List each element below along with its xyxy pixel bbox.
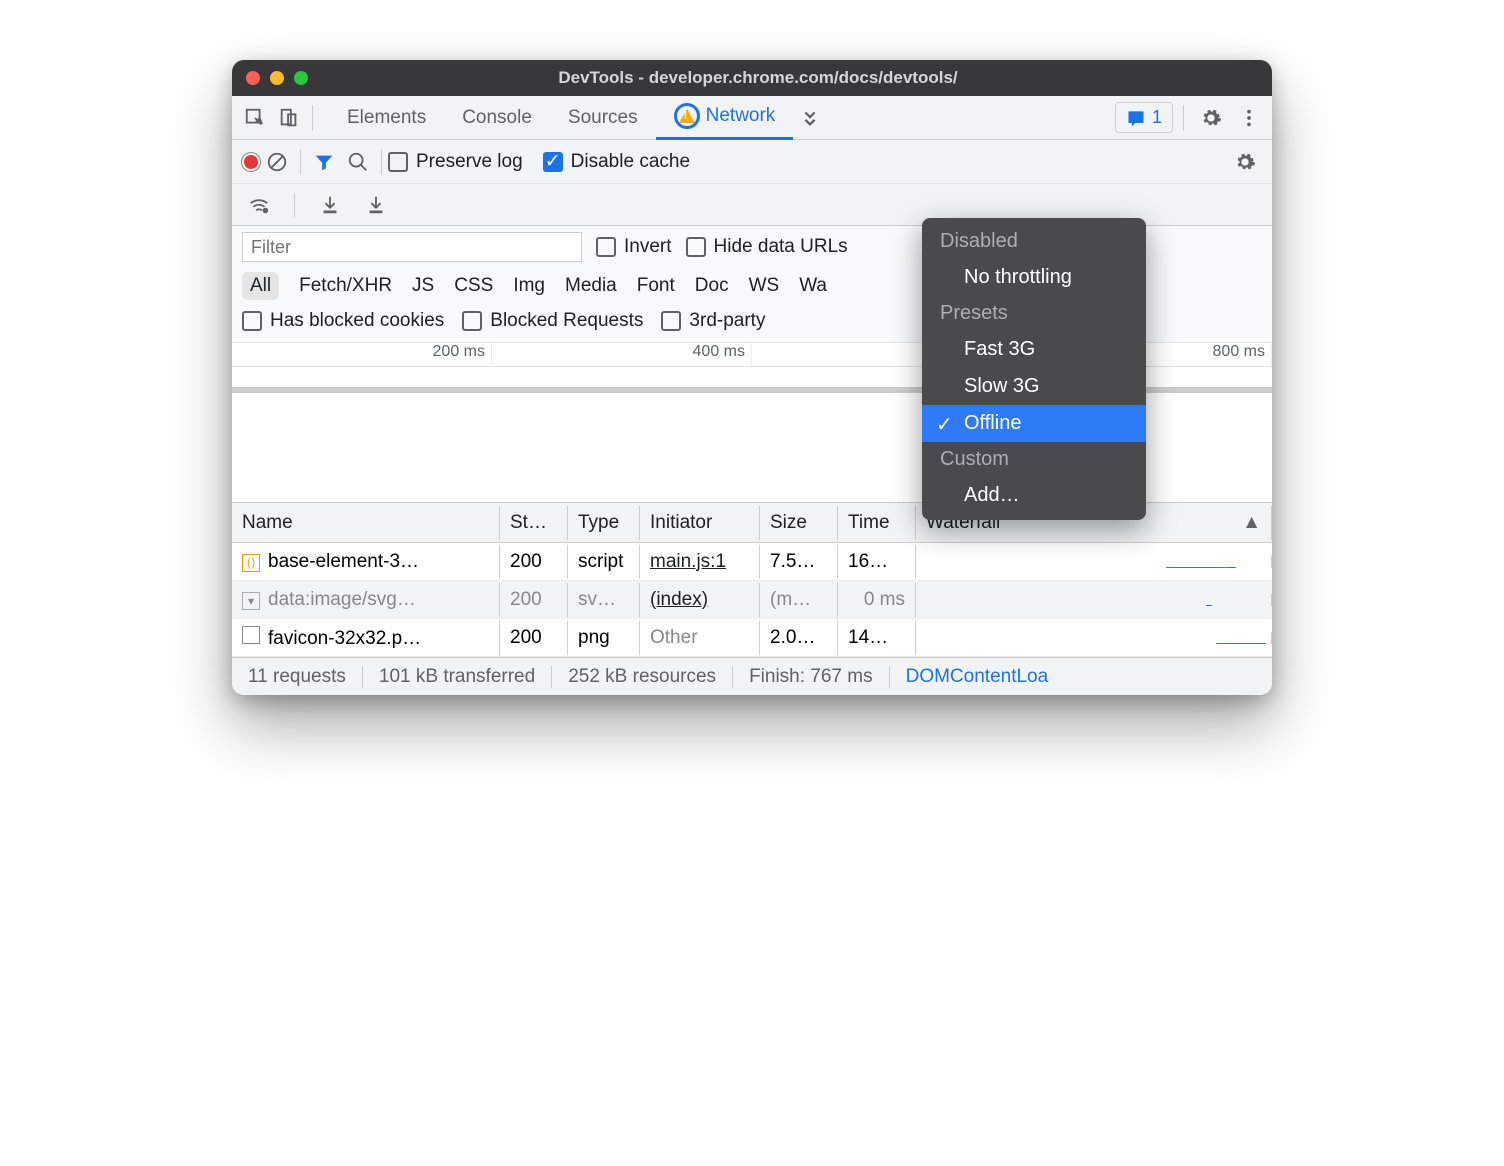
- script-icon: ⟨⟩: [242, 554, 260, 572]
- disable-cache-label: Disable cache: [571, 151, 690, 173]
- time-tick: 400 ms: [492, 343, 752, 366]
- issues-icon: [1126, 108, 1146, 128]
- waterfall-bar: [1206, 605, 1212, 606]
- stat-resources: 252 kB resources: [552, 666, 733, 688]
- dd-group-presets: Presets: [922, 296, 1146, 331]
- tab-network[interactable]: Network: [656, 96, 794, 140]
- col-name[interactable]: Name: [232, 506, 500, 540]
- initiator-link[interactable]: main.js:1: [650, 551, 726, 572]
- preserve-log-checkbox[interactable]: Preserve log: [388, 151, 523, 173]
- file-icon: [242, 626, 260, 644]
- more-icon[interactable]: [1232, 101, 1266, 135]
- table-row[interactable]: ⟨⟩base-element-3… 200 script main.js:1 7…: [232, 543, 1272, 581]
- divider: [1183, 105, 1184, 131]
- tab-console[interactable]: Console: [444, 96, 550, 140]
- panel-tabs: Elements Console Sources Network: [329, 96, 827, 140]
- tab-sources[interactable]: Sources: [550, 96, 656, 140]
- time-tick: 200 ms: [232, 343, 492, 366]
- type-font[interactable]: Font: [637, 275, 675, 297]
- divider: [300, 149, 301, 175]
- settings-icon[interactable]: [1194, 101, 1228, 135]
- dd-add[interactable]: Add…: [922, 477, 1146, 514]
- type-all[interactable]: All: [242, 272, 279, 300]
- initiator-link[interactable]: (index): [650, 589, 708, 610]
- device-toggle-icon[interactable]: [272, 101, 306, 135]
- issues-count: 1: [1152, 107, 1162, 128]
- network-toolbar: Preserve log ✓Disable cache: [232, 140, 1272, 184]
- export-har-icon[interactable]: [359, 188, 393, 222]
- filter-toggle-icon[interactable]: [307, 145, 341, 179]
- dd-slow-3g[interactable]: Slow 3G: [922, 368, 1146, 405]
- dd-group-disabled: Disabled: [922, 224, 1146, 259]
- preserve-log-label: Preserve log: [416, 151, 523, 173]
- col-size[interactable]: Size: [760, 506, 838, 540]
- stat-requests: 11 requests: [232, 666, 363, 688]
- window-title: DevTools - developer.chrome.com/docs/dev…: [258, 68, 1258, 88]
- type-media[interactable]: Media: [565, 275, 617, 297]
- warning-icon: [674, 103, 700, 129]
- blocked-requests-checkbox[interactable]: Blocked Requests: [462, 310, 643, 332]
- table-row[interactable]: favicon-32x32.p… 200 png Other 2.0… 14…: [232, 619, 1272, 657]
- col-time[interactable]: Time: [838, 506, 916, 540]
- main-tabbar: Elements Console Sources Network 1: [232, 96, 1272, 140]
- divider: [294, 193, 295, 217]
- blocked-cookies-checkbox[interactable]: Has blocked cookies: [242, 310, 444, 332]
- import-har-icon[interactable]: [313, 188, 347, 222]
- stat-finish: Finish: 767 ms: [733, 666, 890, 688]
- status-bar: 11 requests 101 kB transferred 252 kB re…: [232, 657, 1272, 695]
- dd-fast-3g[interactable]: Fast 3G: [922, 331, 1146, 368]
- filter-input[interactable]: [242, 232, 582, 262]
- network-conditions-icon[interactable]: [242, 188, 276, 222]
- initiator-text: Other: [650, 627, 698, 648]
- type-css[interactable]: CSS: [454, 275, 493, 297]
- record-button[interactable]: [242, 153, 260, 171]
- disable-cache-checkbox[interactable]: ✓Disable cache: [543, 151, 690, 173]
- type-wasm[interactable]: Wa: [799, 275, 827, 297]
- stat-transferred: 101 kB transferred: [363, 666, 552, 688]
- invert-checkbox[interactable]: Invert: [596, 236, 672, 258]
- inspect-icon[interactable]: [238, 101, 272, 135]
- throttling-dropdown: Disabled No throttling Presets Fast 3G S…: [922, 218, 1146, 520]
- waterfall-bar: [1166, 567, 1226, 568]
- table-row[interactable]: ▾data:image/svg… 200 sv… (index) (m… 0 m…: [232, 581, 1272, 619]
- third-party-checkbox[interactable]: 3rd-party: [661, 310, 765, 332]
- divider: [312, 105, 313, 131]
- search-icon[interactable]: [341, 145, 375, 179]
- type-img[interactable]: Img: [513, 275, 545, 297]
- tab-elements[interactable]: Elements: [329, 96, 444, 140]
- network-settings-icon[interactable]: [1228, 145, 1262, 179]
- image-icon: ▾: [242, 592, 260, 610]
- type-fetch-xhr[interactable]: Fetch/XHR: [299, 275, 392, 297]
- sort-icon: ▲: [1242, 512, 1261, 534]
- type-doc[interactable]: Doc: [695, 275, 729, 297]
- clear-icon[interactable]: [260, 145, 294, 179]
- dd-group-custom: Custom: [922, 442, 1146, 477]
- tab-network-label: Network: [706, 105, 776, 127]
- more-tabs-icon[interactable]: [793, 101, 827, 135]
- type-ws[interactable]: WS: [749, 275, 780, 297]
- col-initiator[interactable]: Initiator: [640, 506, 760, 540]
- issues-badge[interactable]: 1: [1115, 102, 1173, 133]
- type-js[interactable]: JS: [412, 275, 434, 297]
- devtools-window: DevTools - developer.chrome.com/docs/dev…: [232, 60, 1272, 695]
- waterfall-bar: [1226, 567, 1236, 568]
- col-status[interactable]: St…: [500, 506, 568, 540]
- stat-dcl[interactable]: DOMContentLoa: [890, 666, 1272, 688]
- dd-no-throttling[interactable]: No throttling: [922, 259, 1146, 296]
- dd-offline[interactable]: ✓ Offline: [922, 405, 1146, 442]
- check-icon: ✓: [936, 412, 953, 437]
- col-type[interactable]: Type: [568, 506, 640, 540]
- divider: [381, 149, 382, 175]
- hide-data-urls-checkbox[interactable]: Hide data URLs: [686, 236, 848, 258]
- waterfall-bar: [1216, 643, 1266, 644]
- titlebar: DevTools - developer.chrome.com/docs/dev…: [232, 60, 1272, 96]
